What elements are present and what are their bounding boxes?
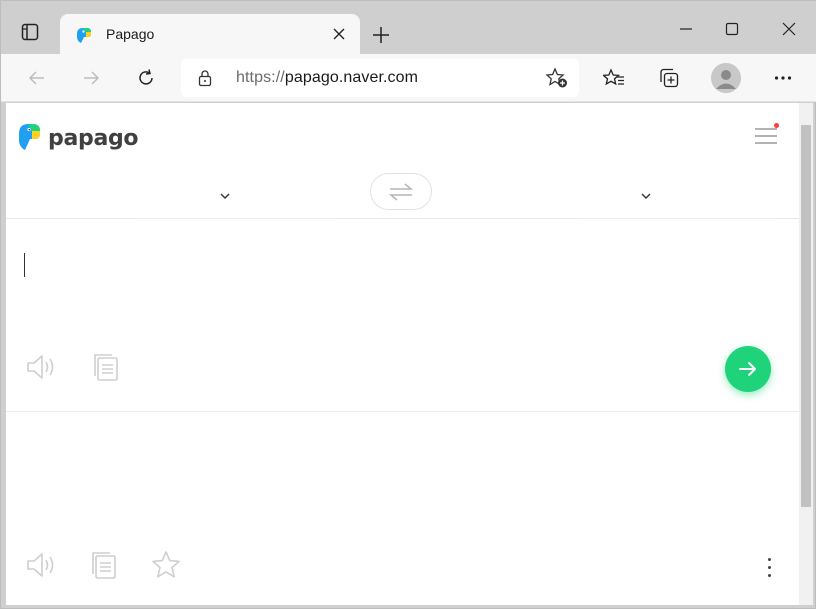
close-icon bbox=[333, 28, 345, 40]
listen-source-button[interactable] bbox=[26, 353, 58, 386]
add-favorite-button[interactable] bbox=[545, 67, 569, 94]
favorite-translation-button[interactable] bbox=[150, 550, 182, 585]
target-tools bbox=[26, 550, 182, 585]
target-language-select[interactable] bbox=[577, 177, 777, 219]
browser-tab[interactable]: Papago bbox=[60, 14, 360, 54]
url-host: papago.naver.com bbox=[284, 69, 419, 86]
tab-actions-icon bbox=[21, 23, 39, 46]
close-window-button[interactable] bbox=[766, 15, 812, 43]
minimize-button[interactable] bbox=[663, 15, 709, 43]
lock-icon[interactable] bbox=[197, 69, 213, 92]
url-scheme: https:// bbox=[236, 69, 285, 86]
source-tools bbox=[26, 352, 120, 387]
target-text-area bbox=[6, 413, 799, 605]
minimize-icon bbox=[680, 28, 692, 30]
source-text-area bbox=[6, 219, 799, 412]
refresh-icon bbox=[139, 69, 153, 85]
copy-target-button[interactable] bbox=[90, 550, 118, 585]
text-caret bbox=[24, 253, 25, 277]
ellipsis-icon bbox=[774, 76, 792, 80]
chevron-down-icon bbox=[640, 187, 652, 205]
papago-parrot-icon bbox=[17, 120, 43, 157]
translate-button[interactable] bbox=[725, 346, 771, 392]
dot bbox=[767, 557, 771, 561]
page-scrollbar[interactable] bbox=[799, 103, 813, 605]
settings-more-button[interactable] bbox=[767, 62, 799, 94]
papago-logo[interactable]: papago bbox=[17, 120, 139, 157]
tab-actions-button[interactable] bbox=[9, 19, 51, 49]
arrow-right-icon bbox=[739, 362, 756, 376]
dot bbox=[767, 573, 771, 577]
profile-button[interactable] bbox=[711, 63, 741, 93]
favorites-button[interactable] bbox=[598, 62, 630, 94]
favorites-icon bbox=[603, 68, 624, 86]
speaker-icon bbox=[27, 553, 54, 577]
source-language-select[interactable] bbox=[136, 177, 336, 219]
back-button[interactable] bbox=[21, 62, 53, 94]
more-options-button[interactable] bbox=[761, 551, 777, 583]
copy-source-button[interactable] bbox=[92, 352, 120, 387]
browser-toolbar: https://papago.naver.com bbox=[1, 54, 816, 102]
dot bbox=[767, 565, 771, 569]
close-icon bbox=[782, 22, 796, 36]
collections-button[interactable] bbox=[653, 62, 685, 94]
logo-text: papago bbox=[48, 126, 139, 151]
close-tab-button[interactable] bbox=[330, 25, 348, 43]
maximize-button[interactable] bbox=[709, 15, 755, 43]
star-icon bbox=[152, 551, 180, 578]
page-content: papago bbox=[6, 103, 799, 605]
swap-arrows-icon bbox=[388, 182, 414, 201]
tab-strip: Papago bbox=[1, 1, 816, 54]
star-plus-icon bbox=[545, 67, 567, 88]
maximize-icon bbox=[725, 22, 739, 36]
source-text-input[interactable] bbox=[24, 249, 704, 309]
chevron-down-icon bbox=[219, 187, 231, 205]
papago-parrot-icon bbox=[74, 25, 94, 45]
tab-title: Papago bbox=[106, 26, 155, 42]
copy-icon bbox=[94, 354, 118, 381]
url-text: https://papago.naver.com bbox=[236, 69, 418, 87]
listen-target-button[interactable] bbox=[26, 551, 58, 584]
plus-icon bbox=[373, 27, 389, 43]
speaker-icon bbox=[27, 355, 54, 379]
refresh-button[interactable] bbox=[130, 62, 162, 94]
forward-arrow-icon bbox=[84, 71, 100, 85]
new-tab-button[interactable] bbox=[367, 21, 395, 49]
address-bar[interactable]: https://papago.naver.com bbox=[181, 59, 579, 97]
scrollbar-thumb[interactable] bbox=[801, 125, 811, 507]
forward-button[interactable] bbox=[75, 62, 107, 94]
swap-languages-button[interactable] bbox=[370, 173, 432, 210]
notification-dot bbox=[774, 123, 779, 128]
language-bar bbox=[6, 167, 799, 219]
menu-button[interactable] bbox=[753, 123, 779, 147]
profile-icon bbox=[711, 63, 741, 93]
back-arrow-icon bbox=[28, 71, 44, 85]
copy-icon bbox=[92, 552, 116, 579]
browser-window: Papago https://papago.naver.com papago bbox=[0, 0, 816, 609]
collections-icon bbox=[660, 68, 679, 88]
